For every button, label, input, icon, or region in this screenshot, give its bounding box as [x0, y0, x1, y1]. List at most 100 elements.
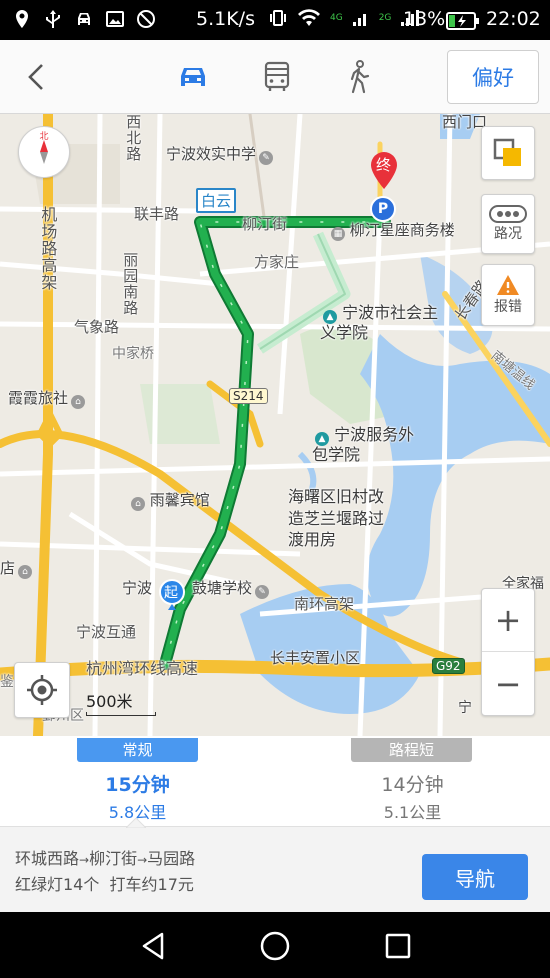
route-distance: 5.1公里 [383, 803, 442, 822]
traffic-label: 路况 [494, 226, 522, 242]
status-bar: 5.1K/s 4G 2G 13% 22:02 [0, 0, 550, 40]
map-label-lianfeng-road: 联丰路 [134, 205, 180, 223]
route-info: 红绿灯14个 打车约17元 [15, 871, 194, 895]
end-label: 终 [376, 156, 392, 174]
zoom-in-button[interactable]: + [482, 589, 534, 653]
map-label-fangjia: 方家庄 [254, 253, 300, 271]
map-label-haishu: 海曙区旧村改造芝兰堰路过渡用房 [288, 487, 385, 550]
map-label-changfeng: 长丰安置小区 [270, 649, 361, 667]
car-icon [181, 68, 205, 86]
back-arrow-icon [28, 64, 43, 90]
map-label-xiaoshi-text: 宁波效实中学 [166, 145, 257, 163]
block-icon [137, 10, 155, 28]
mode-bus-button[interactable] [255, 40, 299, 114]
car-icon [78, 13, 90, 25]
compass-label: 北 [39, 132, 49, 142]
layers-button[interactable] [481, 126, 535, 180]
back-triangle-icon[interactable] [138, 930, 170, 962]
zoom-control: + − [481, 588, 535, 716]
route-mode-bar: 偏好 [0, 40, 550, 114]
map-label-shehui-school: ▲ 宁波市社会主义学院 [320, 303, 440, 342]
school-icon: ✎ [259, 151, 274, 165]
route-badge: 常规 [77, 738, 198, 762]
wifi-icon [298, 9, 320, 26]
map-label-fuwu-school: ▲ 宁波服务外包学院 [312, 425, 422, 464]
vibrate-icon [270, 10, 286, 26]
route-arrow: → [137, 853, 148, 867]
route-road-1: 环城西路 [15, 849, 80, 868]
map-label-dian-text: 店 [0, 559, 16, 577]
zoom-out-button[interactable]: − [482, 652, 534, 715]
map-label-yitang-text: 鼓塘学校 [192, 579, 253, 597]
locate-button[interactable] [14, 662, 70, 718]
route-road-2: 柳汀街 [89, 849, 138, 868]
map-label-shehui-text: 宁波市社会主义学院 [320, 303, 439, 342]
route-path: 环城西路→柳汀街→马园路 [15, 845, 195, 869]
map-label-xibei-road: 西北路 [124, 114, 143, 162]
mode-walk-button[interactable] [338, 40, 378, 114]
route-road-3: 马园路 [147, 849, 196, 868]
signal-4g-label: 4G [330, 12, 343, 23]
traffic-button[interactable]: 路况 [481, 194, 535, 254]
route-badge: 路程短 [351, 738, 472, 762]
preference-button[interactable]: 偏好 [447, 50, 539, 104]
route-end-marker[interactable]: 终 [369, 150, 399, 194]
highway-shield-s214: S214 [229, 388, 268, 404]
system-nav-bar [0, 912, 550, 978]
route-time: 14分钟 [381, 774, 444, 796]
signal-2g-label: 2G [378, 12, 392, 23]
route-start-marker[interactable]: 起 [158, 578, 186, 614]
report-label: 报错 [494, 299, 522, 315]
location-icon [16, 10, 28, 28]
school-icon: ▲ [323, 310, 337, 324]
map-label-dian: 店 ⌂ [0, 559, 33, 579]
warning-icon [497, 275, 519, 295]
map-label-ning: 宁 [458, 700, 472, 716]
battery-percent: 13% [403, 8, 446, 30]
school-icon: ▲ [315, 432, 329, 446]
map-view[interactable]: 西门口 宁波效实中学 ✎ 西北路 机场路高架 联丰路 白云 柳汀街 ▦ 柳汀星座商… [0, 114, 550, 736]
recents-square-icon[interactable] [382, 930, 414, 962]
taxi-fare: 打车约17元 [109, 875, 194, 894]
hotel-icon: ⌂ [71, 395, 86, 409]
map-label-ningbo-hutong: 宁波互通 [76, 623, 137, 641]
map-label-ningbo-text: 宁波 [122, 579, 153, 597]
highway-shield-g92: G92 [432, 658, 465, 674]
map-label-jichang-road: 机场路高架 [38, 206, 58, 291]
map-label-xiaoshi: 宁波效实中学 ✎ [166, 145, 274, 165]
back-button[interactable] [14, 40, 58, 114]
building-icon: ▦ [331, 227, 345, 241]
route-time: 15分钟 [105, 774, 170, 796]
net-speed: 5.1K/s [196, 8, 255, 30]
hotel-icon: ⌂ [131, 497, 145, 511]
image-icon [106, 11, 124, 27]
map-scale-label: 500米 [86, 692, 133, 711]
mode-car-button[interactable] [166, 40, 220, 114]
bus-icon [264, 61, 290, 91]
traffic-lights-count: 红绿灯14个 [15, 875, 100, 894]
home-circle-icon[interactable] [259, 930, 291, 962]
usb-icon [46, 10, 60, 28]
route-option-regular[interactable]: 常规 15分钟 5.8公里 [0, 736, 275, 826]
compass-button[interactable]: 北 [18, 126, 70, 178]
school-icon: ✎ [255, 585, 270, 599]
map-label-xiaxia: 霞霞旅社 ⌂ [8, 389, 86, 409]
route-option-short[interactable]: 路程短 14分钟 5.1公里 [275, 736, 550, 826]
start-label: 起 [164, 585, 178, 601]
map-label-liuting-business: ▦ 柳汀星座商务楼 [328, 221, 455, 241]
map-label-nanhuan: 南环高架 [294, 595, 355, 613]
walk-icon [350, 60, 370, 94]
map-label-yuxin-text: 雨馨宾馆 [149, 491, 210, 509]
locate-icon [27, 675, 57, 705]
route-detail: 环城西路→柳汀街→马园路 红绿灯14个 打车约17元 导航 [0, 818, 550, 912]
report-button[interactable]: 报错 [481, 264, 535, 326]
signal-icon [352, 14, 366, 26]
route-arrow: → [79, 853, 90, 867]
clock: 22:02 [486, 8, 541, 30]
map-label-liyuan-road: 丽园南路 [121, 252, 140, 316]
map-label-hangzhouwan: 杭州湾环线高速 [86, 659, 199, 678]
parking-icon: P [370, 196, 396, 222]
layers-icon [493, 138, 521, 166]
navigate-button[interactable]: 导航 [422, 854, 528, 900]
map-label-qixiang-road: 气象路 [74, 318, 120, 336]
